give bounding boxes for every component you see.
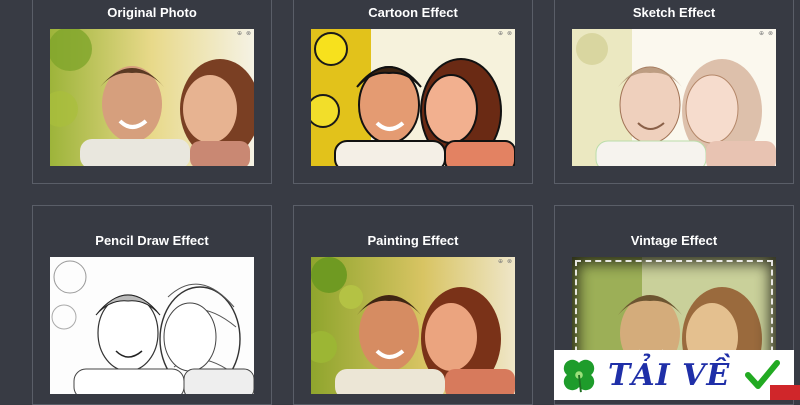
red-corner-accent xyxy=(770,385,800,400)
card-title: Vintage Effect xyxy=(630,233,718,248)
effect-card-sketch[interactable]: Sketch Effect ⊕ ⊗ xyxy=(554,0,794,184)
card-title: Pencil Draw Effect xyxy=(95,233,209,248)
effect-card-cartoon[interactable]: Cartoon Effect ⊕ ⊗ xyxy=(293,0,533,184)
card-title: Original Photo xyxy=(107,5,197,20)
card-title: Painting Effect xyxy=(367,233,459,248)
corner-icons[interactable]: ⊕ ⊗ xyxy=(498,30,513,37)
card-title: Sketch Effect xyxy=(632,5,716,20)
photo-original: ⊕ ⊗ xyxy=(50,29,254,166)
photo-cartoon: ⊕ ⊗ xyxy=(311,29,515,166)
card-title: Cartoon Effect xyxy=(368,5,458,20)
effect-card-original[interactable]: Original Photo ⊕ ⊗ xyxy=(32,0,272,184)
corner-icons[interactable]: ⊕ ⊗ xyxy=(759,30,774,37)
photo-painting: ⊕ ⊗ xyxy=(311,257,515,394)
corner-icons[interactable]: ⊕ ⊗ xyxy=(237,30,252,37)
watermark-banner: TẢI VỀ xyxy=(554,350,794,400)
photo-pencil xyxy=(50,257,254,394)
watermark-text: TẢI VỀ xyxy=(608,357,731,393)
effect-card-pencil[interactable]: Pencil Draw Effect xyxy=(32,205,272,405)
effect-card-painting[interactable]: Painting Effect ⊕ ⊗ xyxy=(293,205,533,405)
four-leaf-clover-icon xyxy=(560,356,598,394)
photo-sketch: ⊕ ⊗ xyxy=(572,29,776,166)
corner-icons[interactable]: ⊕ ⊗ xyxy=(498,258,513,265)
